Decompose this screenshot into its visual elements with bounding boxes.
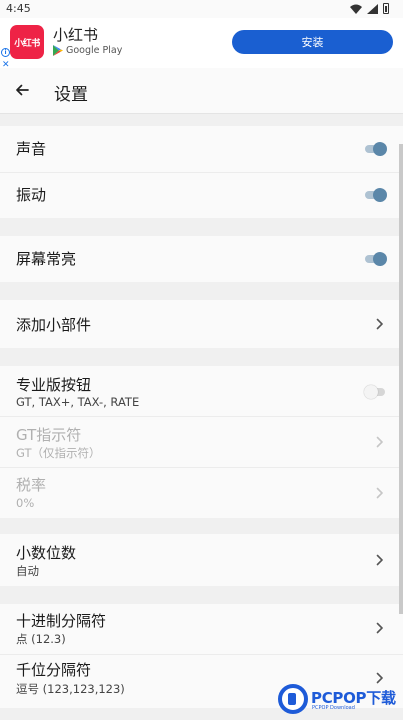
status-bar: 4:45 <box>0 0 403 18</box>
group-display: 屏幕常亮 <box>0 236 403 282</box>
setting-sound-title: 声音 <box>16 140 47 158</box>
setting-thousands-separator-title: 千位分隔符 <box>16 661 92 679</box>
ad-app-logo[interactable]: 小红书 <box>10 25 44 59</box>
setting-decimal-places[interactable]: 小数位数 自动 <box>0 534 403 586</box>
chevron-right-icon <box>376 487 383 499</box>
scrollbar[interactable] <box>399 144 403 614</box>
setting-gt-indicator: GT指示符 GT（仅指示符） <box>0 417 403 467</box>
chevron-right-icon <box>376 318 383 330</box>
status-icons <box>350 3 389 14</box>
toggle-thumb <box>373 142 387 156</box>
pcpop-logo-icon <box>278 684 308 714</box>
sound-toggle[interactable] <box>365 142 387 156</box>
setting-decimal-places-title: 小数位数 <box>16 544 77 562</box>
keep-screen-on-toggle[interactable] <box>365 252 387 266</box>
setting-tax-rate-subtitle: 0% <box>16 496 35 510</box>
ad-info-icon[interactable]: i <box>1 48 10 57</box>
ad-banner[interactable]: 小红书 小红书 Google Play 安装 i ✕ <box>0 18 403 70</box>
group-decimals: 小数位数 自动 <box>0 534 403 586</box>
chevron-right-icon <box>376 436 383 448</box>
group-feedback: 声音 振动 <box>0 126 403 218</box>
google-play-icon <box>53 45 63 56</box>
settings-list: 声音 振动 屏幕常亮 添加小部件 专业版按钮 GT, TAX+, TAX-, R… <box>0 114 403 720</box>
chevron-right-icon <box>376 672 383 684</box>
setting-keep-screen-on[interactable]: 屏幕常亮 <box>0 236 403 282</box>
chevron-right-icon <box>376 622 383 634</box>
setting-thousands-separator-subtitle: 逗号 (123,123,123) <box>16 682 125 696</box>
setting-add-widget-title: 添加小部件 <box>16 316 92 334</box>
ad-store: Google Play <box>53 45 122 56</box>
battery-icon <box>383 3 389 14</box>
setting-vibration-title: 振动 <box>16 186 47 204</box>
ad-store-label: Google Play <box>66 45 123 56</box>
setting-decimal-separator-title: 十进制分隔符 <box>16 612 107 630</box>
setting-tax-rate-title: 税率 <box>16 476 47 494</box>
toggle-thumb <box>373 252 387 266</box>
setting-sound[interactable]: 声音 <box>0 126 403 172</box>
page-title: 设置 <box>54 85 88 105</box>
setting-decimal-separator-subtitle: 点 (12.3) <box>16 632 66 646</box>
toggle-thumb <box>373 188 387 202</box>
setting-add-widget[interactable]: 添加小部件 <box>0 300 403 348</box>
status-time: 4:45 <box>6 2 31 15</box>
pro-buttons-toggle[interactable] <box>364 385 385 399</box>
vibration-toggle[interactable] <box>365 188 387 202</box>
group-pro: 专业版按钮 GT, TAX+, TAX-, RATE GT指示符 GT（仅指示符… <box>0 366 403 518</box>
group-widget: 添加小部件 <box>0 300 403 348</box>
setting-pro-buttons[interactable]: 专业版按钮 GT, TAX+, TAX-, RATE <box>0 366 403 416</box>
setting-gt-indicator-title: GT指示符 <box>16 426 82 444</box>
watermark: PCPOP下载 PCPOP Download <box>278 684 403 716</box>
setting-tax-rate: 税率 0% <box>0 468 403 518</box>
setting-decimal-places-subtitle: 自动 <box>16 564 39 578</box>
watermark-subtext: PCPOP Download <box>312 705 355 711</box>
signal-icon <box>367 3 378 14</box>
back-arrow-icon[interactable] <box>12 80 32 100</box>
ad-install-button[interactable]: 安装 <box>232 30 393 54</box>
chevron-right-icon <box>376 554 383 566</box>
setting-vibration[interactable]: 振动 <box>0 173 403 218</box>
ad-app-name[interactable]: 小红书 <box>53 24 98 45</box>
setting-pro-buttons-title: 专业版按钮 <box>16 376 92 394</box>
setting-keep-screen-on-title: 屏幕常亮 <box>16 250 77 268</box>
setting-decimal-separator[interactable]: 十进制分隔符 点 (12.3) <box>0 604 403 654</box>
wifi-icon <box>350 4 362 14</box>
app-bar: 设置 <box>0 68 403 114</box>
setting-gt-indicator-subtitle: GT（仅指示符） <box>16 446 101 460</box>
toggle-thumb <box>364 385 378 399</box>
setting-pro-buttons-subtitle: GT, TAX+, TAX-, RATE <box>16 395 140 409</box>
